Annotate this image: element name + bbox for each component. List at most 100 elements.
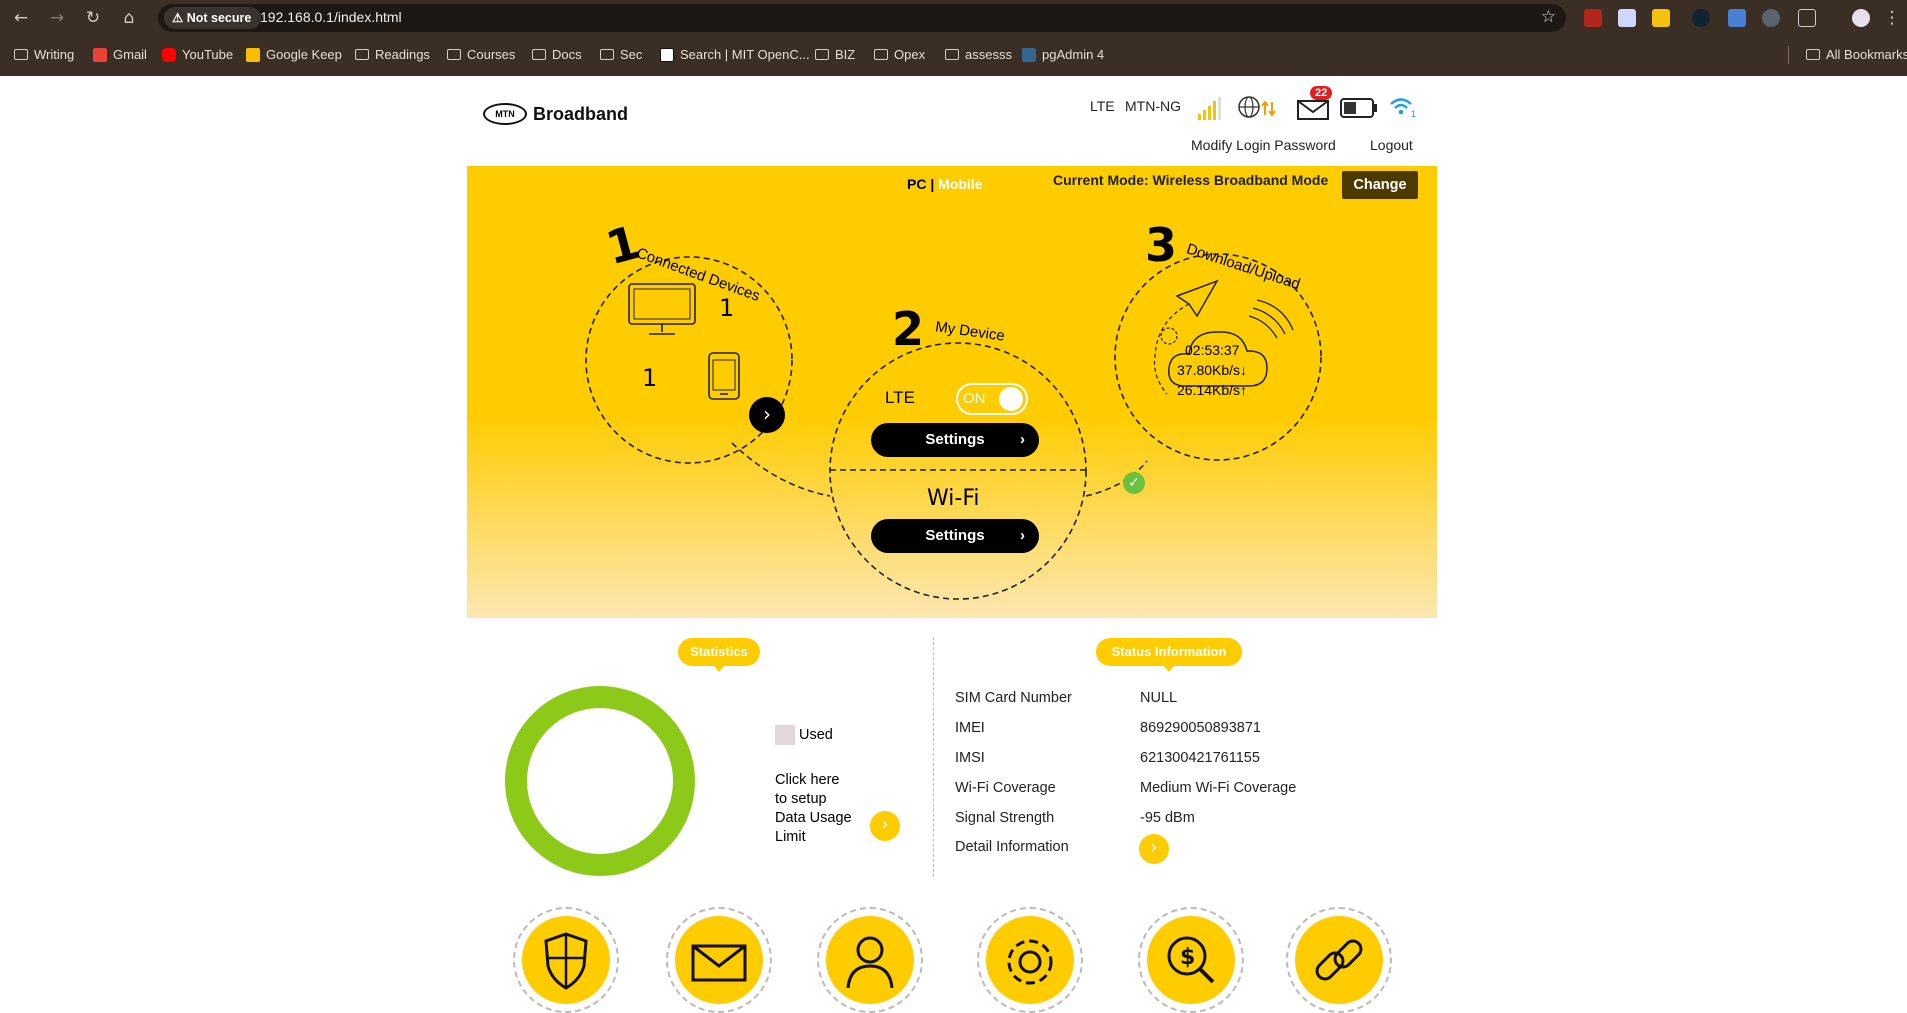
signal-strength-label: Signal Strength — [955, 810, 1055, 826]
wifi-settings-label: Settings — [925, 527, 985, 544]
chevron-right-icon: › — [1020, 431, 1025, 448]
menu-kebab-icon[interactable]: ⋮ — [1880, 6, 1904, 30]
bookmark-star-icon[interactable]: ☆ — [1541, 7, 1556, 27]
security-shortcut[interactable] — [513, 907, 619, 1013]
statistics-title: Statistics — [678, 638, 760, 672]
section-divider — [933, 637, 934, 877]
setup-data-limit-button[interactable]: › — [870, 811, 900, 841]
detail-information-button[interactable]: › — [1139, 834, 1169, 864]
links-shortcut[interactable] — [1286, 907, 1392, 1013]
wifi-settings-button[interactable]: Settings › — [871, 519, 1039, 553]
pgadmin-icon — [1022, 47, 1036, 62]
sms-shortcut[interactable] — [666, 907, 772, 1013]
home-icon[interactable]: ⌂ — [117, 6, 141, 30]
step3-number: 3 — [1145, 218, 1178, 272]
folder-icon — [945, 49, 959, 60]
bookmark-label: Opex — [894, 47, 926, 62]
bookmark-label: Sec — [620, 47, 643, 62]
imsi-label: IMSI — [955, 750, 985, 766]
bookmark-google-keep[interactable]: Google Keep — [246, 47, 342, 62]
lte-toggle[interactable]: ON — [956, 383, 1028, 415]
chevron-right-icon: › — [1020, 527, 1025, 544]
step2-number: 2 — [892, 302, 925, 356]
bookmark-biz[interactable]: BIZ — [815, 47, 855, 62]
sim-card-number-value: NULL — [1140, 690, 1178, 706]
lte-settings-button[interactable]: Settings › — [871, 423, 1039, 457]
bookmark-all[interactable]: All Bookmarks — [1806, 47, 1907, 62]
mtn-logo[interactable]: MTN Broadband — [483, 103, 628, 125]
security-chip-label: Not secure — [186, 11, 252, 25]
url-text: 192.168.0.1/index.html — [260, 9, 402, 25]
user-icon — [846, 936, 894, 989]
profile-avatar[interactable] — [1852, 9, 1870, 27]
folder-icon — [815, 49, 829, 60]
extension-translate-icon[interactable] — [1728, 9, 1746, 27]
link-chain-icon — [1315, 939, 1363, 981]
devices-next-button[interactable]: › — [749, 397, 785, 433]
donut-remaining — [505, 686, 695, 876]
extension-keep-icon[interactable] — [1652, 9, 1670, 27]
bookmark-gmail[interactable]: Gmail — [93, 47, 147, 62]
message-count-badge: 22 — [1310, 86, 1333, 100]
setup-line: Limit — [775, 829, 806, 845]
back-icon[interactable]: ← — [9, 6, 33, 30]
operator-name: MTN-NG — [1125, 98, 1181, 114]
bookmark-sec[interactable]: Sec — [600, 47, 642, 62]
setup-line: Data Usage — [775, 810, 852, 826]
folder-icon — [874, 49, 888, 60]
bookmark-label: Writing — [34, 47, 75, 62]
bookmark-docs[interactable]: Docs — [532, 47, 582, 62]
browser-toolbar: ← → ↻ ⌂ ⚠ Not secure 192.168.0.1/index.h… — [0, 0, 1907, 36]
wifi-label: Wi-Fi — [927, 486, 980, 511]
imei-label: IMEI — [955, 720, 985, 736]
used-legend-label: Used — [799, 727, 833, 743]
network-type: LTE — [1090, 98, 1115, 114]
bookmark-courses[interactable]: Courses — [447, 47, 515, 62]
extension-gray-icon[interactable] — [1762, 9, 1780, 27]
bookmarks-divider — [1788, 46, 1789, 64]
signal-strength-value: -95 dBm — [1140, 810, 1195, 826]
bookmark-label: Readings — [375, 47, 430, 62]
bookmark-youtube[interactable]: YouTube — [162, 47, 233, 62]
mobile-count: 1 — [642, 364, 658, 392]
folder-icon — [355, 49, 369, 60]
billing-shortcut[interactable]: $ — [1138, 907, 1244, 1013]
extensions-puzzle-icon[interactable] — [1798, 9, 1816, 27]
bookmark-opex[interactable]: Opex — [874, 47, 925, 62]
wifi-status-icon: 1 — [1390, 98, 1416, 119]
setup-line: to setup — [775, 791, 827, 807]
bookmark-assesss[interactable]: assesss — [945, 47, 1012, 62]
settings-shortcut[interactable] — [977, 907, 1083, 1013]
pc-count: 1 — [719, 294, 735, 322]
address-bar[interactable]: ⚠ Not secure 192.168.0.1/index.html ☆ — [158, 4, 1566, 32]
security-chip[interactable]: ⚠ Not secure — [164, 7, 262, 29]
setup-data-limit-text[interactable]: Click here to setup Data Usage Limit — [775, 771, 852, 847]
billing-icon-bg: $ — [1147, 916, 1235, 1004]
mit-icon — [660, 47, 674, 62]
bookmark-writing[interactable]: Writing — [14, 47, 74, 62]
imei-value: 869290050893871 — [1140, 720, 1261, 736]
data-usage-donut — [505, 686, 695, 876]
account-shortcut[interactable] — [817, 907, 923, 1013]
used-legend-swatch — [775, 725, 795, 745]
youtube-icon — [162, 47, 176, 62]
connection-duration: 02:53:37 — [1185, 342, 1240, 358]
logout-link[interactable]: Logout — [1370, 137, 1413, 153]
logo-badge: MTN — [483, 103, 527, 125]
bookmark-mit[interactable]: Search | MIT OpenC... — [660, 47, 810, 62]
sim-card-number-label: SIM Card Number — [955, 690, 1072, 706]
setup-line: Click here — [775, 772, 840, 788]
bookmark-pgadmin[interactable]: pgAdmin 4 — [1022, 47, 1104, 62]
detail-information-label: Detail Information — [955, 839, 1069, 855]
folder-icon — [600, 49, 614, 60]
bookmark-label: Courses — [467, 47, 516, 62]
reload-icon[interactable]: ↻ — [81, 6, 105, 30]
bookmark-label: YouTube — [182, 47, 234, 62]
forward-icon[interactable]: → — [45, 6, 69, 30]
modify-login-password-link[interactable]: Modify Login Password — [1191, 137, 1336, 153]
extension-code-icon[interactable] — [1692, 9, 1710, 27]
bookmark-label: pgAdmin 4 — [1042, 47, 1105, 62]
extension-red-icon[interactable] — [1584, 9, 1602, 27]
bookmark-readings[interactable]: Readings — [355, 47, 430, 62]
extension-dropper-icon[interactable] — [1618, 9, 1636, 27]
